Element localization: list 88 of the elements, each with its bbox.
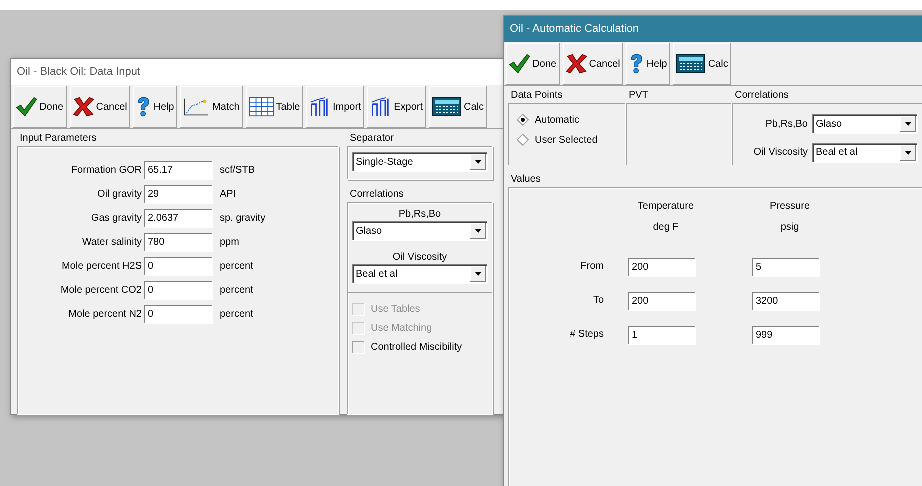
checkbox-label: Controlled Miscibility [371, 342, 462, 353]
caret-icon [470, 154, 486, 170]
group-label: Input Parameters [19, 132, 98, 146]
check-icon [16, 97, 38, 117]
field-label: Oil gravity [96, 189, 143, 200]
field-label: Water salinity [81, 237, 143, 248]
radio-button[interactable] [517, 114, 529, 126]
toolbar-button[interactable]: Calc [429, 86, 488, 128]
caret-icon [470, 266, 486, 282]
unit-label: deg F [652, 221, 680, 235]
checkbox[interactable] [352, 341, 365, 354]
group-label: Correlations [734, 89, 790, 103]
input-field[interactable]: 0 [144, 257, 213, 276]
x-icon [566, 54, 588, 74]
input-field[interactable]: 65.17 [144, 161, 213, 180]
x-icon [72, 97, 94, 117]
radio-label: User Selected [535, 134, 598, 146]
chart-icon [309, 97, 331, 117]
dropdown[interactable]: Single-Stage [352, 152, 488, 172]
unit-label: percent [220, 261, 254, 272]
group-label: Data Points [510, 89, 564, 103]
input-field[interactable]: 3200 [752, 292, 820, 310]
unit-label: API [220, 189, 236, 200]
column-header: Temperature [636, 200, 696, 214]
toolbar-button[interactable]: Calc [673, 43, 732, 85]
toolbar-button[interactable]: Table [246, 86, 304, 128]
toolbar-button[interactable]: Export [367, 86, 426, 128]
row-label: To [592, 294, 604, 308]
unit-label: percent [220, 309, 254, 320]
input-field[interactable]: 29 [144, 185, 213, 204]
group-label: Values [510, 173, 542, 187]
toolbar-button[interactable]: Cancel [70, 86, 130, 128]
input-field[interactable]: 0 [144, 305, 213, 324]
dropdown[interactable]: Beal et al [812, 142, 918, 163]
group-label: Separator [349, 132, 395, 146]
unit-label: scf/STB [220, 165, 256, 176]
input-field[interactable]: 200 [628, 258, 696, 276]
radio-button[interactable] [517, 134, 529, 146]
toolbar-button[interactable]: Cancel [562, 43, 624, 85]
checkbox-label: Use Tables [371, 304, 420, 315]
field-label: Gas gravity [90, 213, 143, 224]
toolbar-button[interactable]: Match [180, 86, 243, 128]
table-icon [248, 97, 274, 117]
window-title: Oil - Black Oil: Data Input [11, 59, 504, 85]
input-field[interactable]: 200 [628, 292, 696, 310]
dropdown[interactable]: Glaso [812, 114, 918, 134]
row-label: From [580, 260, 604, 274]
field-label: Pb,Rs,Bo [398, 209, 442, 220]
unit-label: psig [780, 221, 800, 235]
window-title: Oil - Automatic Calculation [504, 16, 922, 42]
caret-icon [470, 223, 486, 239]
group-label: PVT [628, 89, 650, 103]
dropdown[interactable]: Beal et al [352, 264, 488, 284]
input-field[interactable]: 1 [628, 326, 696, 344]
input-field[interactable]: 999 [752, 326, 820, 344]
input-field[interactable]: 2.0637 [144, 209, 213, 228]
field-label: Pb,Rs,Bo [764, 118, 808, 130]
field-label: Oil Viscosity [392, 252, 448, 263]
field-label: Mole percent CO2 [60, 285, 143, 296]
field-label: Mole percent N2 [68, 309, 143, 320]
row-label: # Steps [569, 328, 604, 342]
field-label: Mole percent H2S [60, 261, 143, 272]
dropdown[interactable]: Glaso [352, 221, 488, 241]
group-label: Correlations [349, 188, 405, 202]
help-icon [629, 54, 645, 74]
toolbar-button[interactable]: Import [306, 86, 364, 128]
toolbar-button[interactable]: Done [506, 43, 560, 85]
field-label: Oil Viscosity [752, 147, 808, 158]
toolbar-button[interactable]: Help [626, 43, 670, 85]
chart-icon [183, 97, 211, 117]
input-field[interactable]: 5 [752, 258, 820, 276]
calculator-icon [676, 54, 706, 74]
input-field[interactable]: 780 [144, 233, 213, 252]
unit-label: ppm [220, 237, 240, 248]
help-icon [136, 97, 152, 117]
toolbar-button[interactable]: Help [133, 86, 178, 128]
field-label: Formation GOR [70, 165, 143, 176]
caret-icon [900, 116, 916, 132]
caret-icon [900, 144, 916, 161]
unit-label: percent [220, 285, 254, 296]
check-icon [509, 54, 531, 74]
unit-label: sp. gravity [220, 213, 266, 224]
column-header: Pressure [768, 200, 811, 214]
toolbar-button[interactable]: Done [13, 86, 67, 128]
radio-label: Automatic [535, 114, 580, 126]
checkbox-label: Use Matching [371, 323, 432, 334]
calculator-icon [432, 97, 462, 117]
input-field[interactable]: 0 [144, 281, 213, 300]
